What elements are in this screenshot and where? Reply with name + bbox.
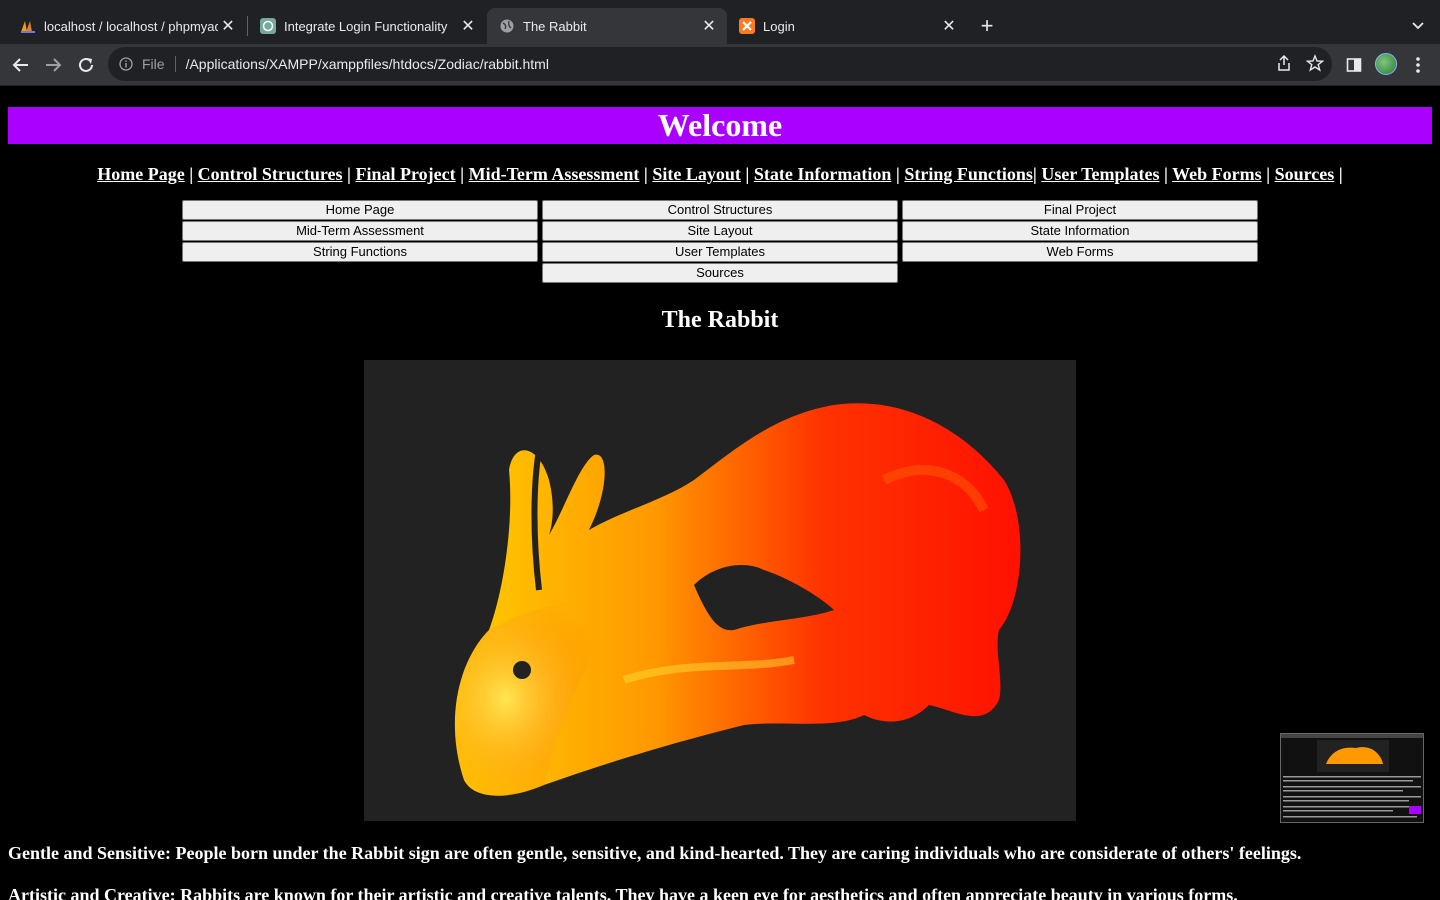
close-tab-icon[interactable]: ✕ <box>699 16 719 36</box>
close-tab-icon[interactable]: ✕ <box>458 16 478 36</box>
xampp-icon <box>739 18 755 34</box>
link-home-page[interactable]: Home Page <box>97 164 184 184</box>
link-sources[interactable]: Sources <box>1275 164 1335 184</box>
globe-icon <box>499 18 515 34</box>
tab-title: The Rabbit <box>523 18 587 34</box>
button-mid-term-assessment[interactable]: Mid-Term Assessment <box>182 221 538 241</box>
button-home-page[interactable]: Home Page <box>182 200 538 220</box>
link-mid-term-assessment[interactable]: Mid-Term Assessment <box>469 164 640 184</box>
tab-title: Login <box>763 18 795 34</box>
back-button[interactable] <box>7 51 35 79</box>
link-web-forms[interactable]: Web Forms <box>1172 164 1262 184</box>
button-state-information[interactable]: State Information <box>902 221 1258 241</box>
tab-login[interactable]: Login ✕ <box>727 8 967 44</box>
rabbit-image <box>364 360 1076 821</box>
link-string-functions[interactable]: String Functions <box>904 164 1033 184</box>
chatgpt-icon <box>260 18 276 34</box>
address-bar[interactable]: File /Applications/XAMPP/xamppfiles/htdo… <box>108 47 1332 81</box>
new-tab-button[interactable]: + <box>974 14 1000 40</box>
side-panel-icon[interactable] <box>1342 53 1366 77</box>
phpmyadmin-icon <box>20 18 36 34</box>
tab-integrate-login[interactable]: Integrate Login Functionality ✕ <box>248 8 486 44</box>
button-sources[interactable]: Sources <box>542 263 898 283</box>
link-state-information[interactable]: State Information <box>754 164 892 184</box>
forward-button[interactable] <box>39 51 67 79</box>
back-arrow-icon <box>12 58 28 72</box>
button-control-structures[interactable]: Control Structures <box>542 200 898 220</box>
tab-phpmyadmin[interactable]: localhost / localhost / phpmyad ✕ <box>8 8 246 44</box>
forward-arrow-icon <box>46 58 62 72</box>
page-title: The Rabbit <box>661 307 779 333</box>
link-control-structures[interactable]: Control Structures <box>198 164 343 184</box>
profile-avatar[interactable] <box>1375 53 1397 75</box>
browser-toolbar: File /Applications/XAMPP/xamppfiles/htdo… <box>0 44 1440 86</box>
info-icon[interactable] <box>118 56 134 72</box>
bookmark-star-icon[interactable] <box>1305 54 1325 77</box>
link-site-layout[interactable]: Site Layout <box>652 164 741 184</box>
link-final-project[interactable]: Final Project <box>355 164 455 184</box>
tab-title: Integrate Login Functionality <box>284 18 448 34</box>
button-final-project[interactable]: Final Project <box>902 200 1258 220</box>
tab-search-chevron-icon[interactable] <box>1406 14 1430 38</box>
page-content: Welcome Home Page | Control Structures |… <box>0 86 1440 900</box>
button-string-functions[interactable]: String Functions <box>182 242 538 262</box>
reload-button[interactable] <box>72 51 100 79</box>
close-tab-icon[interactable]: ✕ <box>939 16 959 36</box>
button-web-forms[interactable]: Web Forms <box>902 242 1258 262</box>
button-site-layout[interactable]: Site Layout <box>542 221 898 241</box>
link-user-templates[interactable]: User Templates <box>1041 164 1159 184</box>
more-menu-icon[interactable] <box>1406 53 1430 77</box>
button-user-templates[interactable]: User Templates <box>542 242 898 262</box>
tab-the-rabbit[interactable]: The Rabbit ✕ <box>487 8 727 44</box>
share-icon[interactable] <box>1276 54 1292 77</box>
welcome-banner: Welcome <box>8 107 1432 144</box>
reload-icon <box>79 57 93 72</box>
nav-link-row: Home Page | Control Structures | Final P… <box>97 164 1343 184</box>
tab-title: localhost / localhost / phpmyad <box>44 18 218 34</box>
paragraph-artistic-creative: Artistic and Creative: Rabbits are known… <box>8 885 1238 900</box>
preview-thumbnail[interactable] <box>1280 733 1424 823</box>
close-tab-icon[interactable]: ✕ <box>218 16 238 36</box>
url-text[interactable]: /Applications/XAMPP/xamppfiles/htdocs/Zo… <box>186 56 549 72</box>
tab-strip: localhost / localhost / phpmyad ✕ Integr… <box>0 0 1440 44</box>
scheme-label: File <box>142 56 165 72</box>
divider <box>174 56 176 72</box>
paragraph-gentle-sensitive: Gentle and Sensitive: People born under … <box>8 843 1302 863</box>
